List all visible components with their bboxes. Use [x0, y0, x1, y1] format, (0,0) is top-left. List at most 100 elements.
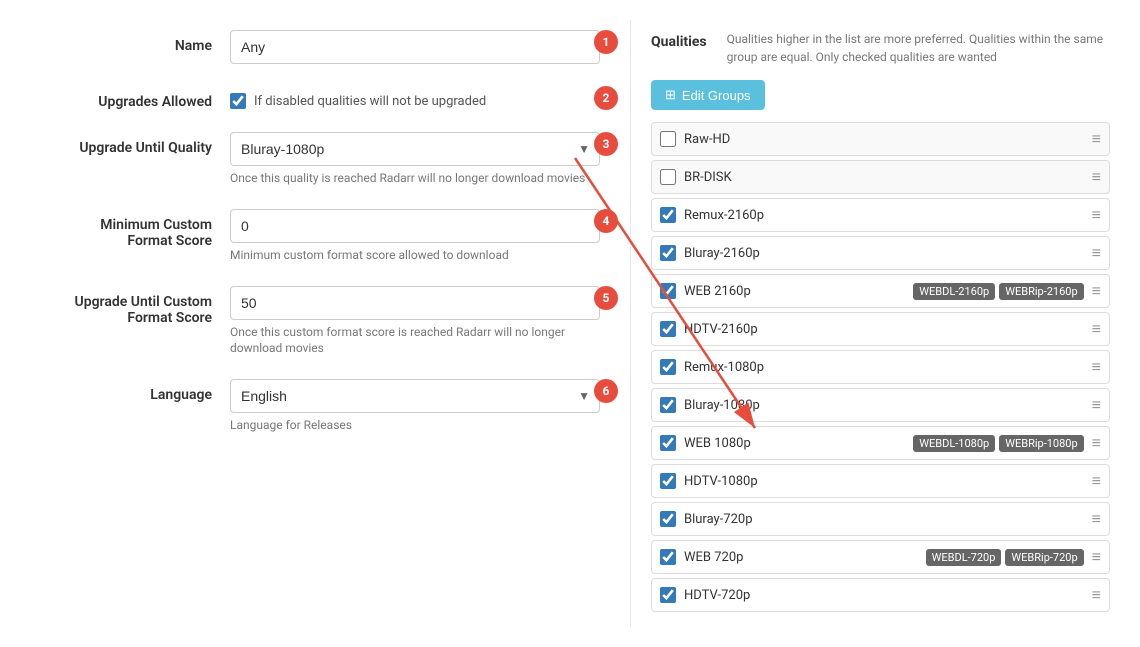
quality-menu-icon[interactable]: ≡ [1092, 319, 1101, 339]
quality-name: Bluray-720p [684, 512, 1076, 527]
quality-name: WEB 2160p [684, 284, 905, 299]
upgrades-control: If disabled qualities will not be upgrad… [230, 86, 600, 109]
quality-name: Bluray-1080p [684, 398, 1076, 413]
quality-menu-icon[interactable]: ≡ [1092, 585, 1101, 605]
upgrade-quality-select-wrap: Bluray-1080p Bluray-2160p Remux-2160p WE… [230, 132, 600, 166]
quality-checkbox[interactable] [660, 321, 676, 337]
upgrade-custom-control: Once this custom format score is reached… [230, 286, 600, 358]
min-custom-input[interactable] [230, 209, 600, 243]
language-hint: Language for Releases [230, 417, 600, 434]
upgrade-quality-label: Upgrade Until Quality [70, 132, 230, 156]
quality-tag: WEBDL-2160p [913, 283, 995, 300]
quality-checkbox[interactable] [660, 283, 676, 299]
quality-item: Remux-1080p ≡ [651, 350, 1110, 384]
step-badge-1: 1 [594, 30, 618, 54]
min-custom-label: Minimum Custom Format Score [70, 209, 230, 249]
quality-item: BR-DISK ≡ [651, 160, 1110, 194]
upgrade-custom-input[interactable] [230, 286, 600, 320]
quality-item: Raw-HD ≡ [651, 122, 1110, 156]
name-control: 1 [230, 30, 600, 64]
quality-menu-icon[interactable]: ≡ [1092, 433, 1101, 453]
quality-menu-icon[interactable]: ≡ [1092, 205, 1101, 225]
quality-checkbox[interactable] [660, 435, 676, 451]
upgrade-quality-control: Bluray-1080p Bluray-2160p Remux-2160p WE… [230, 132, 600, 187]
name-row: Name 1 [70, 30, 600, 64]
quality-name: Raw-HD [684, 132, 1076, 147]
quality-tags: WEBDL-1080pWEBRip-1080p [913, 435, 1083, 452]
quality-checkbox[interactable] [660, 511, 676, 527]
upgrade-custom-hint: Once this custom format score is reached… [230, 324, 600, 358]
quality-item: HDTV-720p ≡ [651, 578, 1110, 612]
edit-groups-button[interactable]: ⊞ Edit Groups [651, 80, 765, 110]
quality-item: WEB 1080p WEBDL-1080pWEBRip-1080p ≡ [651, 426, 1110, 460]
qualities-description: Qualities higher in the list are more pr… [727, 30, 1110, 66]
quality-checkbox[interactable] [660, 473, 676, 489]
upgrade-quality-hint: Once this quality is reached Radarr will… [230, 170, 600, 187]
quality-item: HDTV-2160p≡ [651, 312, 1110, 346]
upgrades-checkbox[interactable] [230, 93, 246, 109]
step-badge-6: 6 [594, 379, 618, 403]
language-row: Language English French German Spanish A… [70, 379, 600, 434]
quality-item: WEB 720p WEBDL-720pWEBRip-720p ≡ [651, 540, 1110, 574]
quality-checkbox[interactable] [660, 245, 676, 261]
quality-item: Bluray-1080p ≡ [651, 388, 1110, 422]
quality-name: WEB 720p [684, 550, 918, 565]
quality-tag: WEBDL-1080p [913, 435, 995, 452]
language-label: Language [70, 379, 230, 403]
quality-item: Bluray-720p ≡ [651, 502, 1110, 536]
step-badge-3: 3 [594, 132, 618, 156]
quality-menu-icon[interactable]: ≡ [1092, 357, 1101, 377]
quality-menu-icon[interactable]: ≡ [1092, 243, 1101, 263]
quality-name: Remux-1080p [684, 360, 1076, 375]
quality-item: WEB 2160p WEBDL-2160pWEBRip-2160p ≡ [651, 274, 1110, 308]
quality-checkbox[interactable] [660, 131, 676, 147]
quality-checkbox[interactable] [660, 359, 676, 375]
quality-checkbox[interactable] [660, 397, 676, 413]
quality-tag: WEBDL-720p [926, 549, 1002, 566]
upgrades-row: Upgrades Allowed If disabled qualities w… [70, 86, 600, 110]
step-badge-2: 2 [594, 86, 618, 110]
quality-tags: WEBDL-720pWEBRip-720p [926, 549, 1084, 566]
quality-item: HDTV-1080p≡ [651, 464, 1110, 498]
qualities-header: Qualities Qualities higher in the list a… [651, 30, 1110, 66]
qualities-section: Qualities Qualities higher in the list a… [630, 20, 1130, 627]
name-input[interactable] [230, 30, 600, 64]
edit-groups-icon: ⊞ [665, 87, 676, 103]
quality-checkbox[interactable] [660, 169, 676, 185]
quality-name: HDTV-720p [684, 588, 1076, 603]
language-select[interactable]: English French German Spanish Any [230, 379, 600, 413]
upgrade-quality-row: Upgrade Until Quality Bluray-1080p Blura… [70, 132, 600, 187]
quality-tags: WEBDL-2160pWEBRip-2160p [913, 283, 1083, 300]
quality-name: WEB 1080p [684, 436, 905, 451]
quality-name: Bluray-2160p [684, 246, 1076, 261]
quality-menu-icon[interactable]: ≡ [1092, 395, 1101, 415]
quality-checkbox[interactable] [660, 587, 676, 603]
language-select-wrap: English French German Spanish Any ▼ [230, 379, 600, 413]
upgrade-custom-row: Upgrade Until Custom Format Score Once t… [70, 286, 600, 358]
min-custom-hint: Minimum custom format score allowed to d… [230, 247, 600, 264]
upgrade-quality-select[interactable]: Bluray-1080p Bluray-2160p Remux-2160p WE… [230, 132, 600, 166]
quality-name: BR-DISK [684, 170, 1076, 185]
quality-menu-icon[interactable]: ≡ [1092, 281, 1101, 301]
form-section: Name 1 Upgrades Allowed If disabled qual… [10, 20, 630, 627]
quality-list: Raw-HD ≡ BR-DISK ≡ Remux-2160p ≡ Bluray-2160p ≡… [651, 122, 1110, 616]
quality-menu-icon[interactable]: ≡ [1092, 167, 1101, 187]
quality-tag: WEBRip-2160p [999, 283, 1083, 300]
upgrade-custom-label: Upgrade Until Custom Format Score [70, 286, 230, 326]
quality-menu-icon[interactable]: ≡ [1092, 471, 1101, 491]
quality-checkbox[interactable] [660, 549, 676, 565]
quality-name: Remux-2160p [684, 208, 1076, 223]
quality-menu-icon[interactable]: ≡ [1092, 509, 1101, 529]
upgrades-label: Upgrades Allowed [70, 86, 230, 110]
quality-tag: WEBRip-720p [1005, 549, 1083, 566]
upgrades-hint: If disabled qualities will not be upgrad… [254, 94, 486, 109]
quality-checkbox[interactable] [660, 207, 676, 223]
quality-menu-icon[interactable]: ≡ [1092, 547, 1101, 567]
qualities-title: Qualities [651, 30, 707, 50]
name-label: Name [70, 30, 230, 54]
step-badge-4: 4 [594, 209, 618, 233]
min-custom-row: Minimum Custom Format Score Minimum cust… [70, 209, 600, 264]
step-badge-5: 5 [594, 286, 618, 310]
edit-groups-label: Edit Groups [682, 88, 751, 103]
quality-menu-icon[interactable]: ≡ [1092, 129, 1101, 149]
